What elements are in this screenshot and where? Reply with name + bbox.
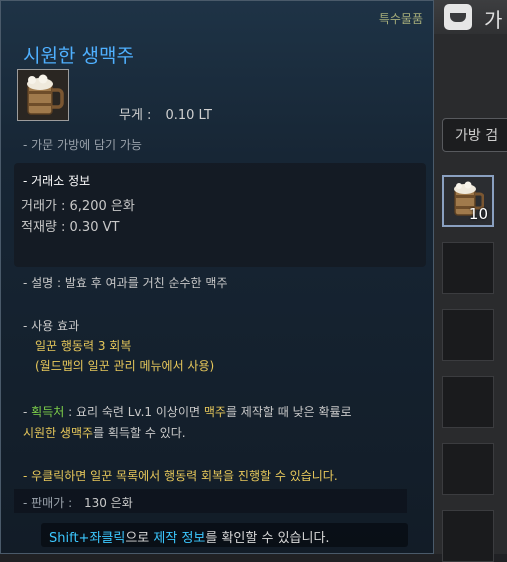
weight-value: 0.10 LT	[165, 108, 212, 123]
item-grade: 특수물품	[378, 12, 423, 26]
sell-price: - 판매가 : 130 은화	[23, 494, 133, 511]
weight-label: 무게 :	[119, 108, 152, 123]
inventory-slot-5[interactable]	[442, 443, 494, 495]
bag-icon[interactable]	[444, 4, 472, 30]
acquire-highlight-beer: 맥주	[203, 405, 226, 419]
acquire-prefix: -	[23, 405, 32, 419]
acquire-text-c: 를 획득할 수 있다.	[93, 426, 186, 440]
right-click-hint: - 우클릭하면 일꾼 목록에서 행동력 회복을 진행할 수 있습니다.	[23, 469, 338, 483]
use-effect-heading: - 사용 효과	[23, 319, 80, 333]
inventory-title: 가	[484, 8, 503, 32]
market-price: 거래가 : 6,200 은화	[21, 199, 135, 214]
acquire-text-a: 요리 숙련 Lv.1 이상이면	[75, 405, 204, 419]
footer-text-a: 으로	[125, 531, 154, 546]
craft-info-link[interactable]: 제작 정보	[153, 531, 205, 546]
slot-count: 10	[468, 205, 488, 223]
use-effect-line2: (월드맵의 일꾼 관리 메뉴에서 사용)	[35, 359, 215, 373]
sell-price-value: 130 은화	[83, 496, 133, 510]
item-weight: 무게 : 0.10 LT	[119, 104, 212, 123]
footer-text: Shift+좌클릭으로 제작 정보를 확인할 수 있습니다.	[49, 527, 330, 546]
inventory-header: 가	[434, 0, 507, 34]
use-effect-line1: 일꾼 행동력 3 회복	[35, 339, 132, 353]
inventory-slot-3[interactable]	[442, 309, 494, 361]
item-icon-frame	[17, 69, 69, 121]
market-stock: 적재량 : 0.30 VT	[21, 220, 120, 235]
inventory-slot-2[interactable]	[442, 242, 494, 294]
storage-note: - 가문 가방에 담기 가능	[23, 138, 142, 152]
market-heading: - 거래소 정보	[23, 174, 91, 188]
inventory-search-input[interactable]: 가방 검	[442, 118, 507, 152]
acquire-highlight-item: 시원한 생맥주	[23, 426, 94, 440]
tooltip-footer: Shift+좌클릭으로 제작 정보를 확인할 수 있습니다.	[41, 523, 408, 547]
acquire-line2: 시원한 생맥주를 획득할 수 있다.	[23, 424, 186, 441]
acquire-line1: - 획득처 : 요리 숙련 Lv.1 이상이면 맥주를 제작할 때 낮은 확률로	[23, 403, 352, 420]
item-description: - 설명 : 발효 후 여과를 거친 순수한 맥주	[23, 276, 228, 290]
sell-price-label: - 판매가 :	[23, 496, 73, 510]
shift-click-key: Shift+좌클릭	[49, 531, 126, 546]
item-tooltip: 특수물품 시원한 생맥주 무게 :0.10 LT - 가문 가방에 담기 가능 …	[0, 0, 434, 554]
acquire-separator: :	[64, 405, 76, 419]
inventory-slot-6[interactable]	[442, 510, 494, 562]
beer-mug-icon	[27, 74, 64, 115]
acquire-text-b: 를 제작할 때 낮은 확률로	[225, 405, 352, 419]
acquire-label: 획득처	[31, 405, 65, 419]
inventory-slot-1[interactable]: 10	[442, 175, 494, 227]
inventory-panel: 가 가방 검 10	[434, 0, 507, 562]
inventory-slot-4[interactable]	[442, 376, 494, 428]
item-name: 시원한 생맥주	[23, 45, 134, 67]
footer-text-b: 를 확인할 수 있습니다.	[205, 531, 330, 546]
